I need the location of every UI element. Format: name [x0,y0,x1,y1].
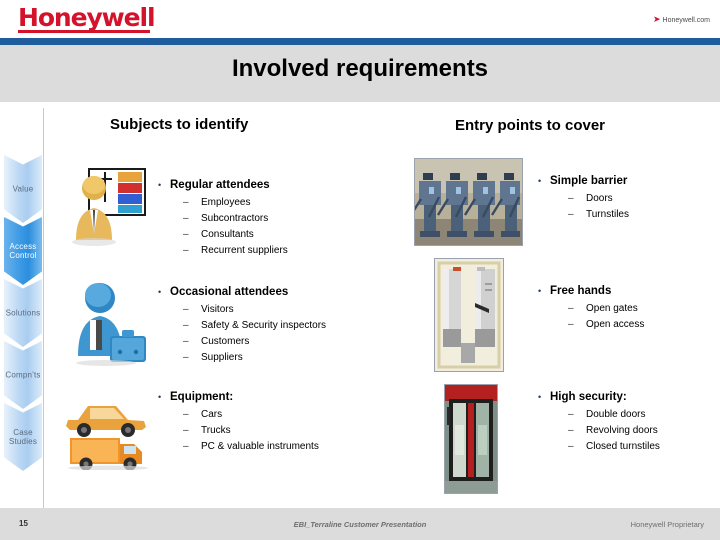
list-item: – Double doors [568,409,646,420]
arrow-right-icon: ➤ [652,14,661,24]
dash-icon: – [183,352,189,363]
car-truck-icon [62,394,154,471]
dash-icon: – [568,303,574,314]
dash-icon: – [183,441,189,452]
list-item: – Revolving doors [568,425,658,436]
dash-icon: – [183,304,189,315]
dash-icon: – [183,197,189,208]
bullet-group-occasional-attendees: • Occasional attendees – Visitors – Safety… [158,285,326,364]
bullet-sublist: – Visitors – Safety & Security inspectors … [183,303,326,364]
sidebar-nav: Value Access Control Solutions Compn'ts C… [0,155,43,485]
page-title: Involved requirements [231,55,489,82]
sidebar-item-components[interactable]: Compn'ts [4,341,42,409]
list-item: – Trucks [183,425,231,436]
dash-icon: – [568,409,574,420]
list-item: – Open access [568,319,645,330]
logo-underline [18,30,150,33]
optical-speed-gates-photo [434,258,504,372]
list-item: – Visitors [183,304,234,315]
sidebar-item-label: Value [12,184,34,194]
sidebar-item-access-control[interactable]: Access Control [4,217,42,285]
dash-icon: – [183,425,189,436]
presenter-icon [66,164,150,246]
sidebar-item-label: Solutions [5,308,41,318]
honeywell-com-link[interactable]: ➤ Honeywell.com [653,14,710,25]
dash-icon: – [183,320,189,331]
bullet-heading: • Occasional attendees [158,286,289,298]
list-item: – Safety & Security inspectors [183,320,327,331]
bullet-sublist: – Open gates – Open access [568,302,644,331]
dash-icon: – [568,425,574,436]
bullet-dot-icon: • [158,392,162,402]
list-item: – Consultants [183,229,254,240]
bullet-heading: • Free hands [538,285,612,297]
revolving-security-door-photo [444,384,498,494]
dash-icon: – [183,213,189,224]
list-item: – Turnstiles [568,209,629,220]
bullet-group-free-hands: • Free hands – Open gates – Open access [538,284,644,331]
bullet-group-high-security: • High security: – Double doors – Revolvin… [538,390,660,453]
list-item: – Subcontractors [183,213,269,224]
column-heading-entry-points: Entry points to cover [455,117,606,134]
bullet-heading: • Regular attendees [158,179,270,191]
sidebar-item-value[interactable]: Value [4,155,42,223]
column-heading-subjects: Subjects to identify [110,116,249,133]
sidebar-item-label: Compn'ts [5,370,41,380]
list-item: – PC & valuable instruments [183,441,319,452]
bullet-dot-icon: • [538,286,542,296]
list-item: – Cars [183,409,223,420]
bullet-heading: • Equipment: [158,391,234,403]
list-item: – Employees [183,197,251,208]
sidebar-item-solutions[interactable]: Solutions [4,279,42,347]
bullet-sublist: – Employees – Subcontractors – Consultants … [183,196,288,257]
bullet-sublist: – Double doors – Revolving doors – Closed t… [568,408,660,453]
dash-icon: – [568,209,574,220]
sidebar-divider [43,108,44,508]
bullet-dot-icon: • [158,180,162,190]
list-item: – Closed turnstiles [568,441,660,452]
bullet-group-regular-attendees: • Regular attendees – Employees – Subcontr… [158,178,288,257]
dash-icon: – [568,193,574,204]
bullet-dot-icon: • [158,287,162,297]
honeywell-com-link-label: Honeywell.com [662,17,710,24]
dash-icon: – [183,229,189,240]
list-item: – Doors [568,193,613,204]
sidebar-item-label: Case Studies [8,428,38,446]
bullet-dot-icon: • [538,176,542,186]
dash-icon: – [568,441,574,452]
sidebar-item-label: Access Control [9,242,37,260]
honeywell-logo: Honeywell [18,3,156,32]
header-bar: Honeywell ➤ Honeywell.com [0,0,720,38]
dash-icon: – [568,319,574,330]
dash-icon: – [183,336,189,347]
list-item: – Open gates [568,303,638,314]
bullet-heading: • High security: [538,391,627,403]
visitor-briefcase-icon [66,278,154,366]
bullet-sublist: – Cars – Trucks – PC & valuable instruments [183,408,319,453]
proprietary-notice: Honeywell Proprietary [630,520,704,529]
dash-icon: – [183,409,189,420]
bullet-group-equipment: • Equipment: – Cars – Trucks – PC & valuabl… [158,390,319,453]
bullet-sublist: – Doors – Turnstiles [568,192,629,221]
presentation-title: EBI_Terraline Customer Presentation [293,520,427,529]
list-item: – Recurrent suppliers [183,245,288,256]
sidebar-item-case-studies[interactable]: Case Studies [4,403,42,471]
list-item: – Suppliers [183,352,243,363]
bullet-heading: • Simple barrier [538,175,628,187]
bullet-group-simple-barrier: • Simple barrier – Doors – Turnstiles [538,174,629,221]
bullet-dot-icon: • [538,392,542,402]
header-blue-rule [0,38,720,45]
list-item: – Customers [183,336,250,347]
tripod-turnstiles-photo [414,158,523,246]
dash-icon: – [183,245,189,256]
